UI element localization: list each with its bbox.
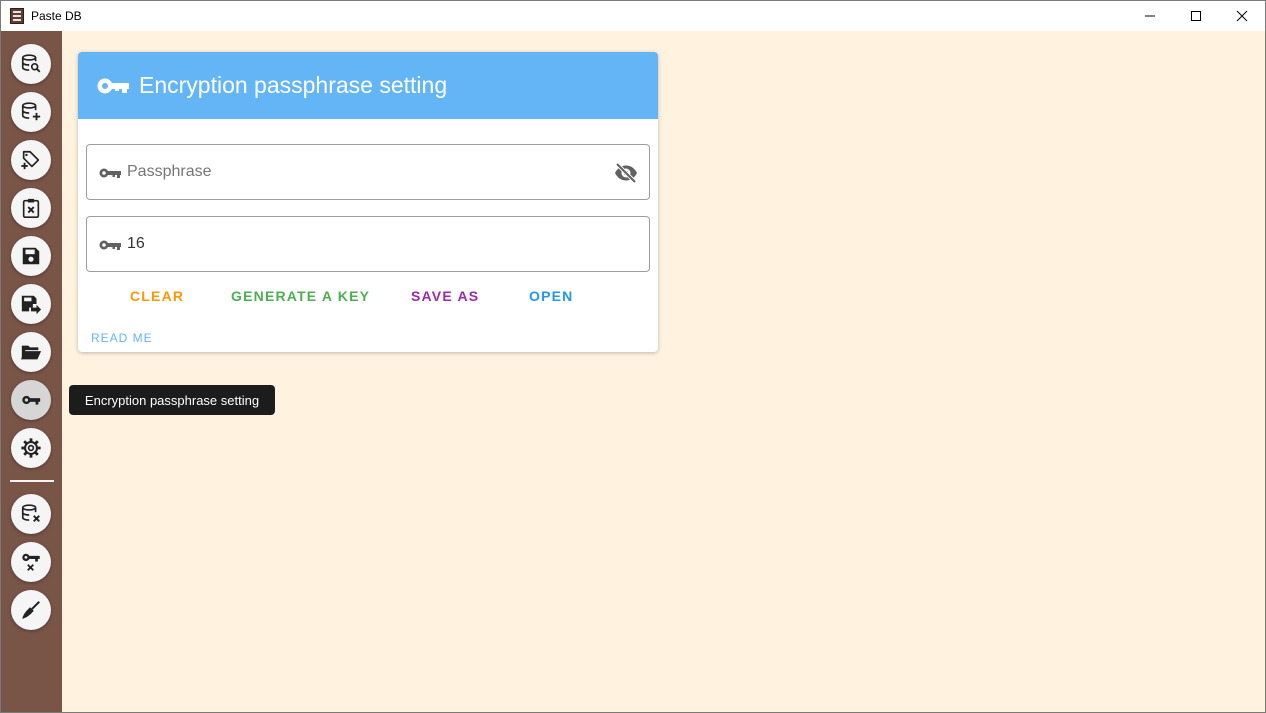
open-button[interactable]: OPEN bbox=[529, 288, 573, 304]
passphrase-card: Encryption passphrase setting 16 CLEAR G… bbox=[78, 52, 658, 352]
eye-off-icon[interactable] bbox=[613, 160, 639, 186]
sidebar bbox=[1, 31, 62, 712]
gear-icon bbox=[21, 438, 41, 458]
sidebar-item-cleanup[interactable] bbox=[11, 590, 51, 630]
sidebar-item-clear-clipboard[interactable] bbox=[11, 188, 51, 228]
sidebar-item-add-database[interactable] bbox=[11, 92, 51, 132]
sidebar-item-remove-database[interactable] bbox=[11, 494, 51, 534]
content-save-move-icon bbox=[21, 295, 42, 315]
close-button[interactable] bbox=[1219, 1, 1265, 31]
sidebar-item-search-database[interactable] bbox=[11, 44, 51, 84]
key-icon bbox=[22, 395, 41, 405]
key-icon bbox=[99, 168, 121, 178]
database-plus-icon bbox=[21, 102, 41, 121]
maximize-icon bbox=[1191, 11, 1201, 21]
sidebar-item-encryption-passphrase[interactable] bbox=[11, 380, 51, 420]
card-title: Encryption passphrase setting bbox=[139, 72, 448, 98]
minimize-button[interactable] bbox=[1127, 1, 1173, 31]
generate-key-button[interactable]: GENERATE A KEY bbox=[231, 288, 370, 304]
sidebar-item-save-as[interactable] bbox=[11, 284, 51, 324]
close-icon bbox=[1236, 10, 1248, 22]
main-content: Encryption passphrase setting 16 CLEAR G… bbox=[62, 31, 1265, 712]
sidebar-item-save[interactable] bbox=[11, 236, 51, 276]
key-length-input[interactable] bbox=[127, 229, 607, 259]
sidebar-item-settings[interactable] bbox=[11, 428, 51, 468]
tag-plus-icon bbox=[21, 150, 40, 170]
window-title: Paste DB bbox=[31, 9, 82, 23]
database-remove-icon bbox=[21, 504, 40, 522]
key-remove-icon bbox=[22, 553, 40, 571]
content-save-icon bbox=[22, 247, 40, 265]
clipboard-remove-icon bbox=[22, 198, 40, 218]
sidebar-item-remove-key[interactable] bbox=[11, 542, 51, 582]
app-window: Paste DB Encryption passphrase setting 1… bbox=[0, 0, 1266, 713]
broom-icon bbox=[22, 601, 40, 619]
passphrase-input[interactable] bbox=[127, 157, 607, 187]
folder-open-icon bbox=[20, 345, 42, 360]
card-actions: CLEAR GENERATE A KEY SAVE AS OPEN bbox=[78, 288, 658, 308]
read-me-button[interactable]: READ ME bbox=[91, 331, 153, 345]
title-bar: Paste DB bbox=[1, 1, 1265, 31]
card-header: Encryption passphrase setting bbox=[78, 52, 658, 119]
app-logo-icon bbox=[10, 8, 24, 24]
key-icon bbox=[97, 78, 129, 93]
sidebar-item-add-tag[interactable] bbox=[11, 140, 51, 180]
key-icon bbox=[99, 240, 121, 250]
clear-button[interactable]: CLEAR bbox=[130, 288, 184, 304]
passphrase-field bbox=[86, 144, 650, 200]
sidebar-item-open-folder[interactable] bbox=[11, 332, 51, 372]
maximize-button[interactable] bbox=[1173, 1, 1219, 31]
sidebar-divider bbox=[10, 480, 54, 482]
database-search-icon bbox=[21, 54, 41, 73]
key-length-field bbox=[86, 216, 650, 272]
minimize-icon bbox=[1145, 15, 1155, 17]
save-as-button[interactable]: SAVE AS bbox=[411, 288, 479, 304]
tooltip: Encryption passphrase setting bbox=[69, 385, 275, 415]
